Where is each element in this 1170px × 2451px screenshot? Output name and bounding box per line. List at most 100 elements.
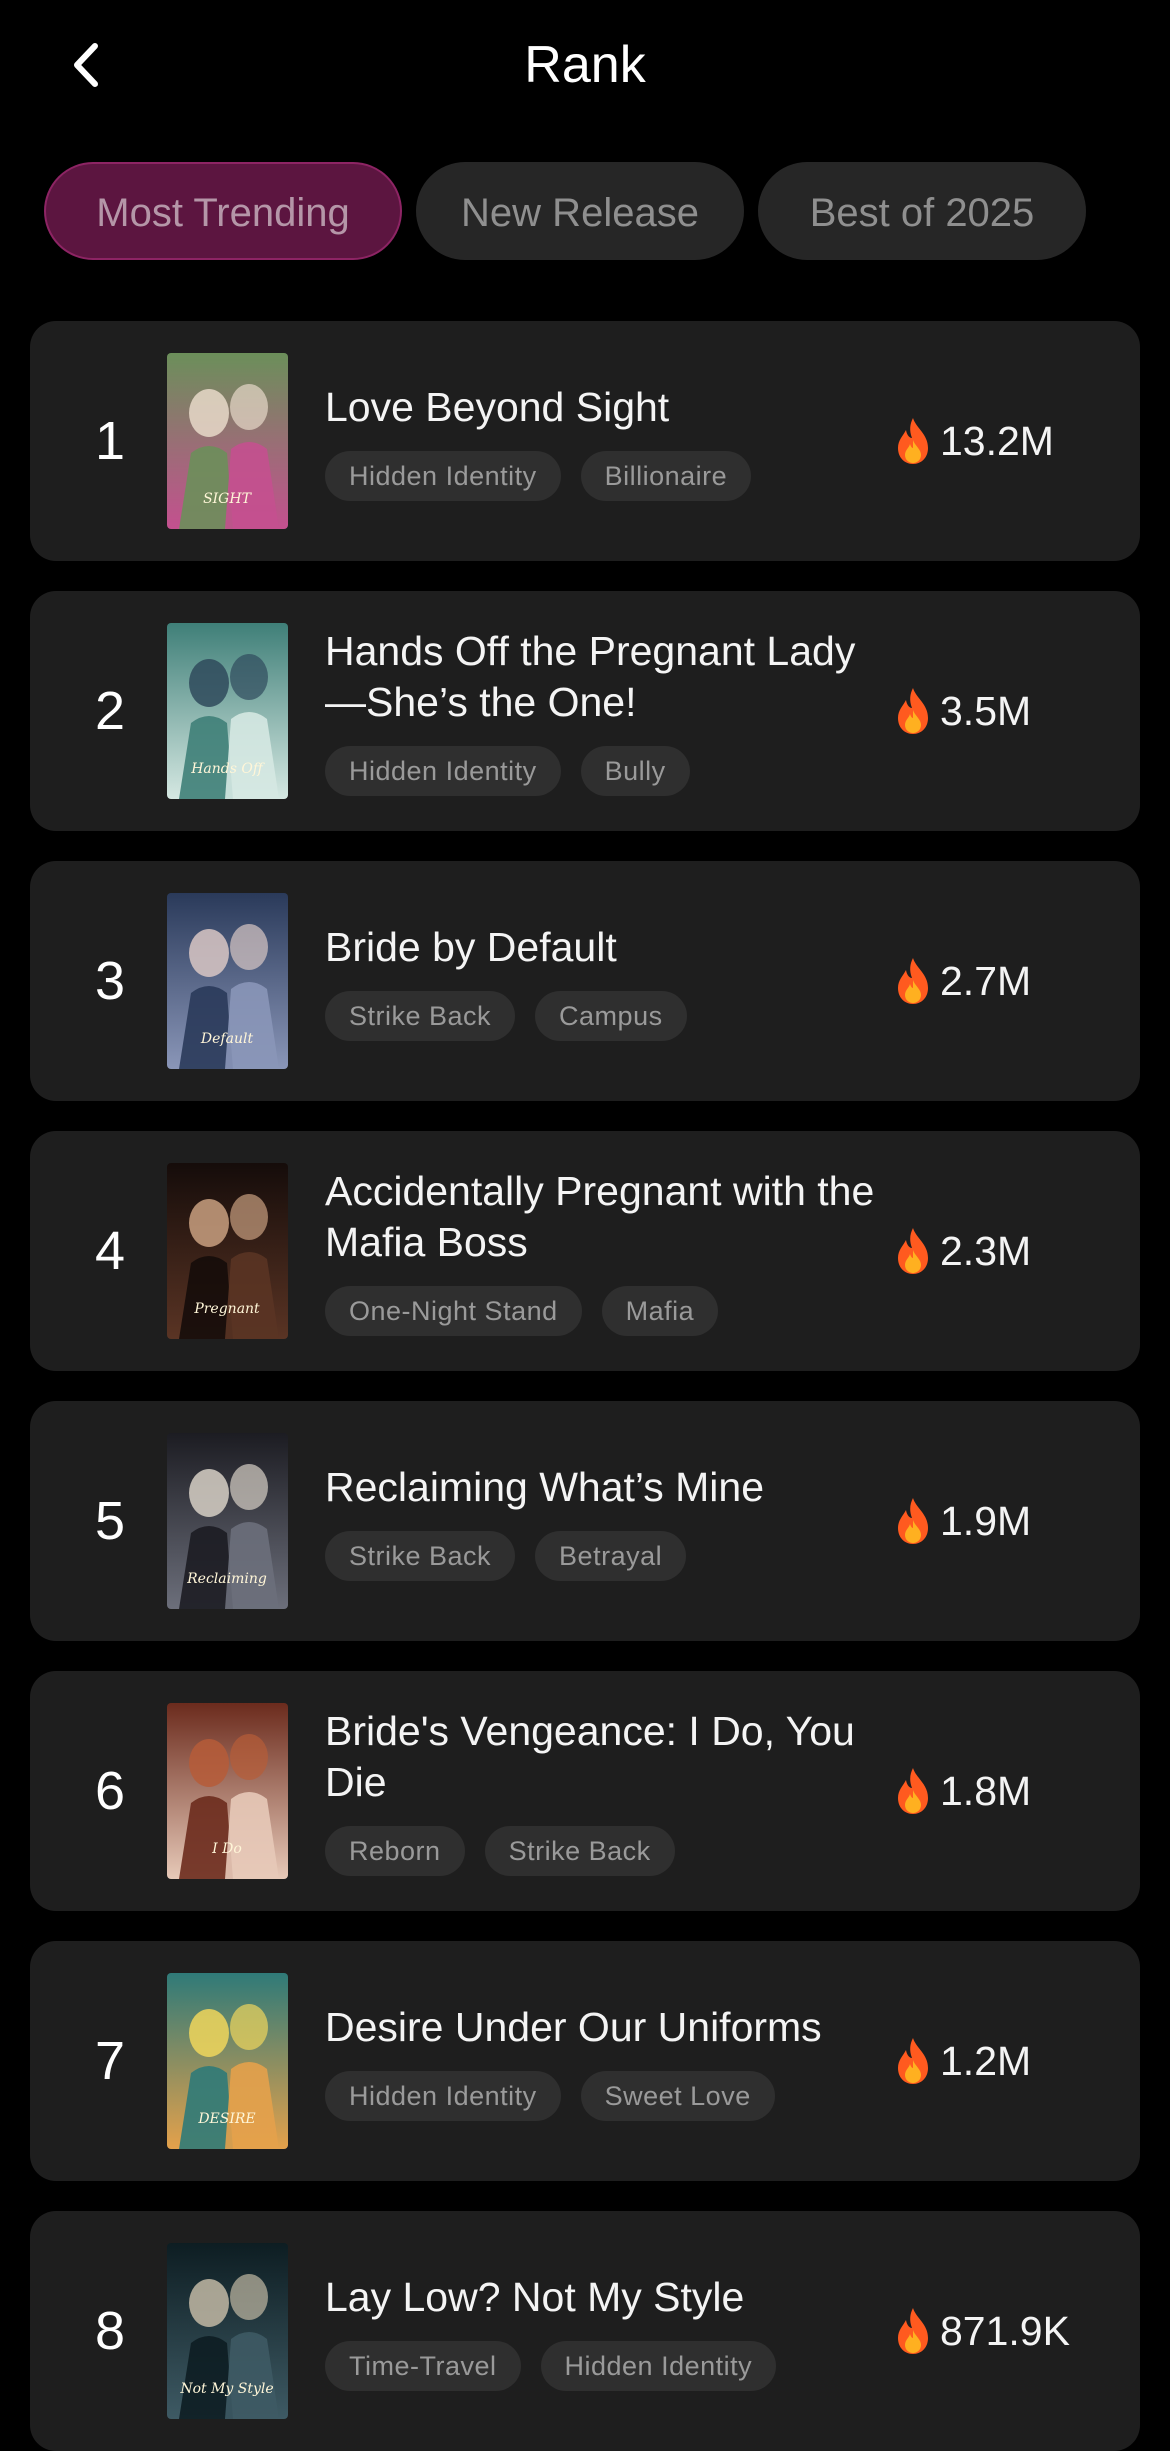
tag-list: Strike Back Betrayal: [325, 1530, 885, 1581]
rank-number: 6: [94, 1761, 126, 1821]
cover-image[interactable]: Not My Style: [167, 2243, 288, 2419]
drama-title[interactable]: Love Beyond Sight: [325, 382, 885, 433]
tag-list: Reborn Strike Back: [325, 1826, 885, 1876]
genre-tag[interactable]: Betrayal: [535, 1530, 687, 1581]
svg-text:Not My Style: Not My Style: [179, 2381, 273, 2397]
genre-tag[interactable]: Strike Back: [325, 990, 516, 1041]
fire-icon: [898, 418, 928, 464]
rank-card[interactable]: 4 Pregnant Accidentally Pregnant with th…: [30, 1131, 1140, 1371]
svg-text:Hands Off: Hands Off: [190, 761, 265, 777]
rank-card[interactable]: 5 Reclaiming Reclaiming What’s Mine Stri…: [30, 1401, 1140, 1641]
item-info: Hands Off the Pregnant Lady—She’s the On…: [325, 591, 885, 831]
cover-image[interactable]: Pregnant: [167, 1163, 288, 1339]
view-count-value: 2.7M: [940, 957, 1032, 1004]
top-bar: Rank: [0, 0, 1170, 140]
drama-title[interactable]: Bride's Vengeance: I Do, You Die: [325, 1706, 885, 1808]
item-info: Love Beyond Sight Hidden Identity Billio…: [325, 321, 885, 561]
rank-card[interactable]: 7 DESIRE Desire Under Our Uniforms Hidde…: [30, 1941, 1140, 2181]
svg-text:I Do: I Do: [211, 1841, 242, 1857]
genre-tag[interactable]: Bully: [580, 746, 690, 796]
view-count: 2.3M: [892, 1131, 1031, 1371]
tag-list: Time-Travel Hidden Identity: [325, 2340, 885, 2391]
genre-tag[interactable]: Hidden Identity: [325, 746, 561, 796]
fire-icon: [898, 1768, 928, 1814]
tag-list: Hidden Identity Bully: [325, 746, 885, 796]
rank-card[interactable]: 3 Default Bride by Default Strike Back C…: [30, 861, 1140, 1101]
genre-tag[interactable]: Sweet Love: [580, 2070, 775, 2121]
cover-image[interactable]: Reclaiming: [167, 1433, 288, 1609]
view-count-value: 1.8M: [940, 1767, 1032, 1814]
rank-number: 5: [94, 1491, 126, 1551]
genre-tag[interactable]: Strike Back: [484, 1826, 675, 1876]
rank-number: 4: [94, 1221, 126, 1281]
rank-number: 2: [94, 681, 126, 741]
fire-icon: [898, 1228, 928, 1274]
page-title: Rank: [524, 36, 646, 94]
view-count: 1.8M: [892, 1671, 1031, 1911]
tab-best-of-2025[interactable]: Best of 2025: [758, 162, 1086, 260]
view-count: 871.9K: [892, 2211, 1070, 2451]
svg-text:SIGHT: SIGHT: [203, 491, 253, 507]
view-count-value: 1.2M: [940, 2037, 1032, 2084]
genre-tag[interactable]: One-Night Stand: [325, 1286, 582, 1336]
cover-image[interactable]: Hands Off: [167, 623, 288, 799]
drama-title[interactable]: Desire Under Our Uniforms: [325, 2002, 885, 2053]
tab-most-trending[interactable]: Most Trending: [44, 162, 402, 260]
genre-tag[interactable]: Hidden Identity: [325, 2070, 561, 2121]
view-count: 2.7M: [892, 861, 1031, 1101]
view-count-value: 13.2M: [940, 417, 1054, 464]
drama-title[interactable]: Accidentally Pregnant with the Mafia Bos…: [325, 1166, 885, 1268]
genre-tag[interactable]: Time-Travel: [325, 2340, 521, 2391]
genre-tag[interactable]: Billionaire: [580, 450, 752, 501]
rank-number: 7: [94, 2031, 126, 2091]
genre-tag[interactable]: Mafia: [601, 1286, 719, 1336]
svg-text:Reclaiming: Reclaiming: [186, 1571, 267, 1587]
view-count-value: 3.5M: [940, 687, 1032, 734]
cover-image[interactable]: DESIRE: [167, 1973, 288, 2149]
rank-number: 3: [94, 951, 126, 1011]
view-count-value: 2.3M: [940, 1227, 1032, 1274]
svg-text:Default: Default: [200, 1031, 254, 1047]
rank-card[interactable]: 6 I Do Bride's Vengeance: I Do, You Die: [30, 1671, 1140, 1911]
tag-list: One-Night Stand Mafia: [325, 1286, 885, 1336]
item-info: Lay Low? Not My Style Time-Travel Hidden…: [325, 2211, 885, 2451]
svg-text:Pregnant: Pregnant: [193, 1301, 260, 1317]
rank-card[interactable]: 2 Hands Off Hands Off the Pregnant Lady—…: [30, 591, 1140, 831]
genre-tag[interactable]: Campus: [535, 990, 687, 1041]
genre-tag[interactable]: Reborn: [325, 1826, 465, 1876]
item-info: Reclaiming What’s Mine Strike Back Betra…: [325, 1401, 885, 1641]
drama-title[interactable]: Bride by Default: [325, 922, 885, 973]
tag-list: Hidden Identity Billionaire: [325, 450, 885, 501]
fire-icon: [898, 958, 928, 1004]
rank-number: 1: [94, 411, 126, 471]
item-info: Desire Under Our Uniforms Hidden Identit…: [325, 1941, 885, 2181]
rank-number: 8: [94, 2301, 126, 2361]
fire-icon: [898, 2038, 928, 2084]
cover-image[interactable]: I Do: [167, 1703, 288, 1879]
svg-text:DESIRE: DESIRE: [197, 2111, 255, 2127]
fire-icon: [898, 1498, 928, 1544]
fire-icon: [898, 688, 928, 734]
rank-card[interactable]: 1 SIGHT Love Beyond Sight Hidden Identit…: [30, 321, 1140, 561]
tab-new-release[interactable]: New Release: [416, 162, 744, 260]
rank-card[interactable]: 8 Not My Style Lay Low? Not My Style Tim…: [30, 2211, 1140, 2451]
tag-list: Hidden Identity Sweet Love: [325, 2070, 885, 2121]
view-count: 3.5M: [892, 591, 1031, 831]
tag-list: Strike Back Campus: [325, 990, 885, 1041]
drama-title[interactable]: Lay Low? Not My Style: [325, 2272, 885, 2323]
cover-image[interactable]: Default: [167, 893, 288, 1069]
item-info: Bride's Vengeance: I Do, You Die Reborn …: [325, 1671, 885, 1911]
drama-title[interactable]: Reclaiming What’s Mine: [325, 1462, 885, 1513]
genre-tag[interactable]: Hidden Identity: [540, 2340, 777, 2391]
view-count: 1.2M: [892, 1941, 1031, 2181]
item-info: Accidentally Pregnant with the Mafia Bos…: [325, 1131, 885, 1371]
view-count: 1.9M: [892, 1401, 1031, 1641]
fire-icon: [898, 2308, 928, 2354]
view-count: 13.2M: [892, 321, 1054, 561]
rank-tabs: Most Trending New Release Best of 2025: [44, 162, 1086, 260]
genre-tag[interactable]: Strike Back: [325, 1530, 516, 1581]
view-count-value: 871.9K: [940, 2307, 1070, 2354]
cover-image[interactable]: SIGHT: [167, 353, 288, 529]
drama-title[interactable]: Hands Off the Pregnant Lady—She’s the On…: [325, 626, 885, 728]
genre-tag[interactable]: Hidden Identity: [325, 450, 561, 501]
